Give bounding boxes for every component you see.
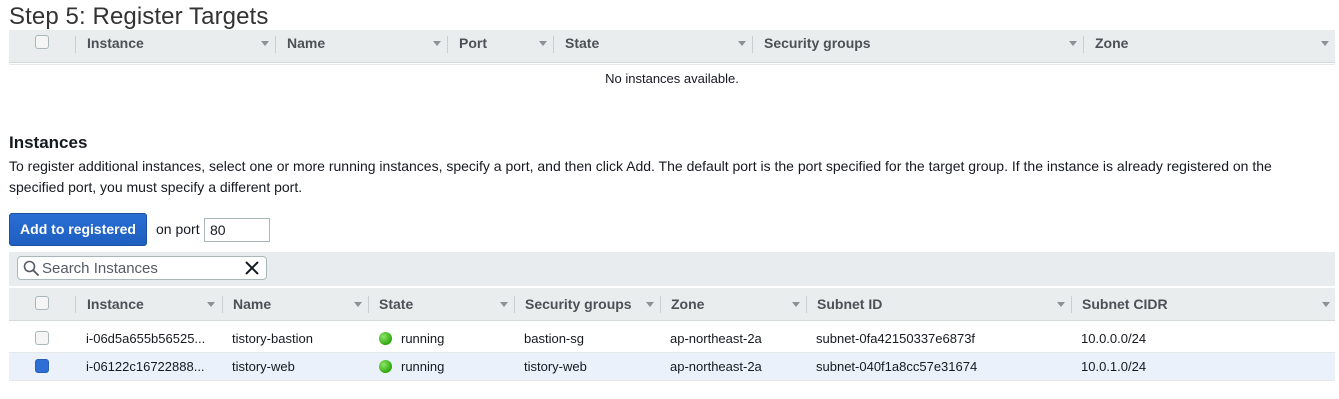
column-divider	[368, 296, 369, 313]
column-divider	[553, 36, 554, 53]
column-header-zone[interactable]: Zone	[671, 291, 704, 324]
sort-caret-icon[interactable]	[1322, 302, 1330, 307]
sort-caret-icon[interactable]	[433, 41, 441, 46]
column-divider	[660, 296, 661, 313]
sort-caret-icon[interactable]	[539, 41, 547, 46]
sort-caret-icon[interactable]	[354, 302, 362, 307]
column-divider	[275, 36, 276, 53]
column-header-instance[interactable]: Instance	[87, 30, 144, 63]
port-label: on port	[156, 221, 200, 237]
port-input[interactable]	[204, 218, 270, 242]
running-status-icon	[379, 332, 392, 345]
column-divider	[752, 36, 753, 53]
column-header-security-groups[interactable]: Security groups	[764, 30, 871, 63]
search-instances-input[interactable]	[42, 259, 232, 277]
registered-table-header: Instance Name Port State Security groups…	[9, 30, 1335, 63]
column-header-port[interactable]: Port	[459, 30, 487, 63]
table-row[interactable]: i-06122c16722888... tistory-web running …	[9, 353, 1335, 381]
row-checkbox[interactable]	[35, 359, 49, 373]
sort-caret-icon[interactable]	[1321, 41, 1329, 46]
empty-table-message: No instances available.	[9, 64, 1335, 92]
column-divider	[514, 296, 515, 313]
column-header-subnet-cidr[interactable]: Subnet CIDR	[1082, 291, 1168, 324]
column-divider	[222, 296, 223, 313]
search-icon	[23, 260, 39, 276]
column-header-zone[interactable]: Zone	[1095, 30, 1128, 63]
instance-name: tistory-web	[232, 359, 295, 374]
subnet-cidr: 10.0.1.0/24	[1081, 359, 1147, 374]
column-divider	[1071, 296, 1072, 313]
sort-caret-icon[interactable]	[738, 41, 746, 46]
column-header-subnet-id[interactable]: Subnet ID	[817, 291, 882, 324]
column-divider	[75, 296, 76, 313]
sort-caret-icon[interactable]	[1069, 41, 1077, 46]
subnet-id: subnet-0fa42150337e6873f	[816, 331, 976, 346]
column-header-name[interactable]: Name	[233, 291, 271, 324]
sort-caret-icon[interactable]	[646, 302, 654, 307]
sort-caret-icon[interactable]	[207, 302, 215, 307]
instance-id: i-06122c16722888...	[86, 359, 205, 374]
column-divider	[447, 36, 448, 53]
clear-search-icon[interactable]	[244, 260, 260, 276]
table-row[interactable]: i-06d5a655b56525... tistory-bastion runn…	[9, 325, 1335, 353]
zone: ap-northeast-2a	[670, 359, 762, 374]
column-header-state[interactable]: State	[565, 30, 599, 63]
sort-caret-icon[interactable]	[261, 41, 269, 46]
search-box[interactable]	[17, 256, 267, 280]
column-divider	[75, 36, 76, 53]
column-divider	[1083, 36, 1084, 53]
instances-description: To register additional instances, select…	[9, 158, 1272, 195]
zone: ap-northeast-2a	[670, 331, 762, 346]
page-title: Step 5: Register Targets	[9, 3, 269, 30]
row-checkbox[interactable]	[35, 331, 49, 345]
sort-caret-icon[interactable]	[792, 302, 800, 307]
instances-table-header: Instance Name State Security groups Zone…	[9, 288, 1335, 321]
instance-state: running	[401, 331, 445, 346]
column-header-state[interactable]: State	[379, 291, 413, 324]
instance-id: i-06d5a655b56525...	[86, 331, 206, 346]
column-header-instance[interactable]: Instance	[87, 291, 144, 324]
sort-caret-icon[interactable]	[500, 302, 508, 307]
select-all-checkbox[interactable]	[35, 35, 49, 49]
sort-caret-icon[interactable]	[1057, 302, 1065, 307]
instances-section-title: Instances	[9, 133, 88, 152]
instance-name: tistory-bastion	[232, 331, 313, 346]
security-groups: tistory-web	[524, 359, 587, 374]
subnet-id: subnet-040f1a8cc57e31674	[816, 359, 978, 374]
instance-state: running	[401, 359, 445, 374]
select-all-checkbox[interactable]	[35, 296, 49, 310]
subnet-cidr: 10.0.0.0/24	[1081, 331, 1147, 346]
column-header-name[interactable]: Name	[287, 30, 325, 63]
security-groups: bastion-sg	[524, 331, 584, 346]
column-divider	[806, 296, 807, 313]
add-to-registered-button[interactable]: Add to registered	[9, 213, 147, 246]
column-header-security-groups[interactable]: Security groups	[525, 291, 632, 324]
running-status-icon	[379, 360, 392, 373]
